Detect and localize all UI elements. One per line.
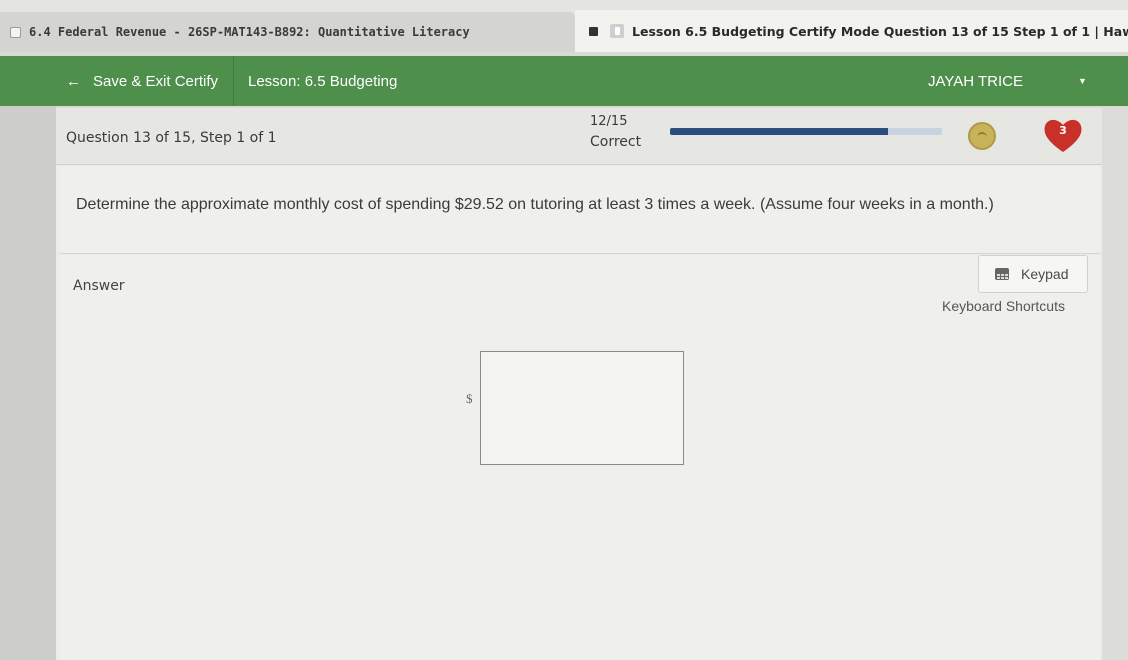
arrow-left-icon: ← <box>66 72 81 90</box>
app-header-extension <box>1105 56 1128 106</box>
question-panel: Determine the approximate monthly cost o… <box>60 166 1100 254</box>
lesson-title: Lesson: 6.5 Budgeting <box>248 72 398 90</box>
score-counter: 12/15 <box>590 114 628 129</box>
tab-title: Lesson 6.5 Budgeting Certify Mode Questi… <box>632 23 1128 39</box>
progress-bar <box>670 128 942 135</box>
browser-tab-lesson[interactable]: Lesson 6.5 Budgeting Certify Mode Questi… <box>575 10 1128 52</box>
user-menu[interactable]: JAYAH TRICE ▼ <box>928 56 1105 106</box>
answer-label: Answer <box>73 278 125 294</box>
browser-tab-strip: 6.4 Federal Revenue - 26SP-MAT143-B892: … <box>0 0 1128 52</box>
right-gutter <box>1102 108 1128 660</box>
question-text: Determine the approximate monthly cost o… <box>76 196 994 213</box>
keyboard-shortcuts-link[interactable]: Keyboard Shortcuts <box>942 298 1065 314</box>
coin-badge-icon[interactable] <box>968 122 996 150</box>
answer-panel: Answer Keypad Keyboard Shortcuts $ <box>60 255 1100 660</box>
tab-favicon-icon <box>610 24 624 38</box>
result-status: Correct <box>590 134 642 150</box>
status-row: Question 13 of 15, Step 1 of 1 12/15 Cor… <box>56 108 1102 165</box>
hearts-count: 3 <box>1059 124 1067 137</box>
main-content: Question 13 of 15, Step 1 of 1 12/15 Cor… <box>56 108 1102 660</box>
question-step-label: Question 13 of 15, Step 1 of 1 <box>66 130 277 146</box>
answer-input[interactable] <box>480 351 684 465</box>
currency-symbol: $ <box>466 391 473 406</box>
heart-icon: 3 <box>1041 114 1085 158</box>
tab-title: 6.4 Federal Revenue - 26SP-MAT143-B892: … <box>29 25 470 39</box>
app-header: ← Save & Exit Certify Lesson: 6.5 Budget… <box>0 56 1105 106</box>
keypad-label: Keypad <box>1021 266 1069 282</box>
tab-favicon-icon <box>10 26 21 38</box>
left-margin <box>0 106 56 660</box>
save-exit-button[interactable]: ← Save & Exit Certify <box>50 56 234 106</box>
chevron-down-icon: ▼ <box>1078 76 1087 86</box>
save-exit-label: Save & Exit Certify <box>93 72 219 90</box>
calculator-icon <box>995 268 1009 280</box>
browser-tab-federal-revenue[interactable]: 6.4 Federal Revenue - 26SP-MAT143-B892: … <box>0 12 575 52</box>
tab-close-icon[interactable] <box>589 26 598 36</box>
keypad-button[interactable]: Keypad <box>978 255 1088 293</box>
user-name: JAYAH TRICE <box>928 72 1024 90</box>
progress-fill <box>670 128 888 135</box>
